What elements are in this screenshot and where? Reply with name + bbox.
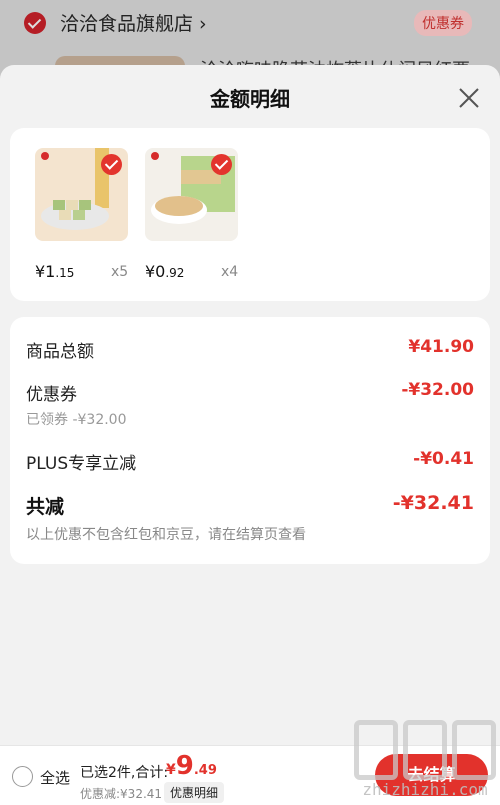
watermark-glyph (403, 720, 447, 780)
coupon-sub: 已领券 -¥32.00 (26, 412, 127, 428)
total-reduce-label: 共减 (26, 496, 65, 518)
watermark: zhizhizhi.com (350, 720, 500, 805)
shop-name: 洽洽食品旗舰店 › (60, 13, 207, 35)
product-2-price: ¥0.92 (145, 262, 185, 281)
plus-discount-value: -¥0.41 (413, 449, 474, 469)
selected-count-text: 已选2件,合计: (80, 765, 169, 781)
watermark-glyph (452, 720, 496, 780)
discount-note: 以上优惠不包含红包和京豆，请在结算页查看 (26, 527, 306, 543)
amount-summary-card: 商品总额 ¥41.90 优惠券 -¥32.00 已领券 -¥32.00 PLUS… (10, 317, 490, 564)
discount-text: 优惠减:¥32.41 (80, 787, 163, 801)
product-1-qty: x5 (111, 264, 129, 280)
watermark-text: zhizhizhi.com (362, 780, 488, 799)
plus-discount-label: PLUS专享立减 (26, 454, 137, 474)
shop-coupon-tag: 优惠券 (414, 10, 472, 36)
close-icon[interactable] (458, 87, 480, 109)
select-all-label[interactable]: 全选 (40, 767, 70, 788)
shop-check-icon (24, 12, 46, 34)
product-image-1[interactable] (35, 148, 128, 241)
sheet-title: 金额明细 (210, 87, 290, 111)
product-card: ¥1.15 x5 ¥0.92 x4 (10, 128, 490, 301)
select-all-radio[interactable] (12, 766, 33, 787)
coupon-value: -¥32.00 (401, 380, 474, 400)
coupon-label: 优惠券 (26, 385, 77, 405)
discount-detail-button[interactable]: 优惠明细 (164, 782, 225, 803)
product-1-checked-icon[interactable] (101, 154, 122, 175)
amount-detail-sheet: 金额明细 ¥1.15 x5 ¥0.92 x4 商品总额 ¥41.90 优惠券 -… (0, 65, 500, 805)
goods-total-label: 商品总额 (26, 342, 94, 362)
watermark-glyph (354, 720, 398, 780)
product-2-qty: x4 (221, 264, 239, 280)
product-1-price: ¥1.15 (35, 262, 75, 281)
total-reduce-value: -¥32.41 (392, 492, 474, 514)
product-image-2[interactable] (145, 148, 238, 241)
total-price: ¥9.49 (166, 751, 217, 781)
goods-total-value: ¥41.90 (408, 337, 474, 357)
product-2-checked-icon[interactable] (211, 154, 232, 175)
